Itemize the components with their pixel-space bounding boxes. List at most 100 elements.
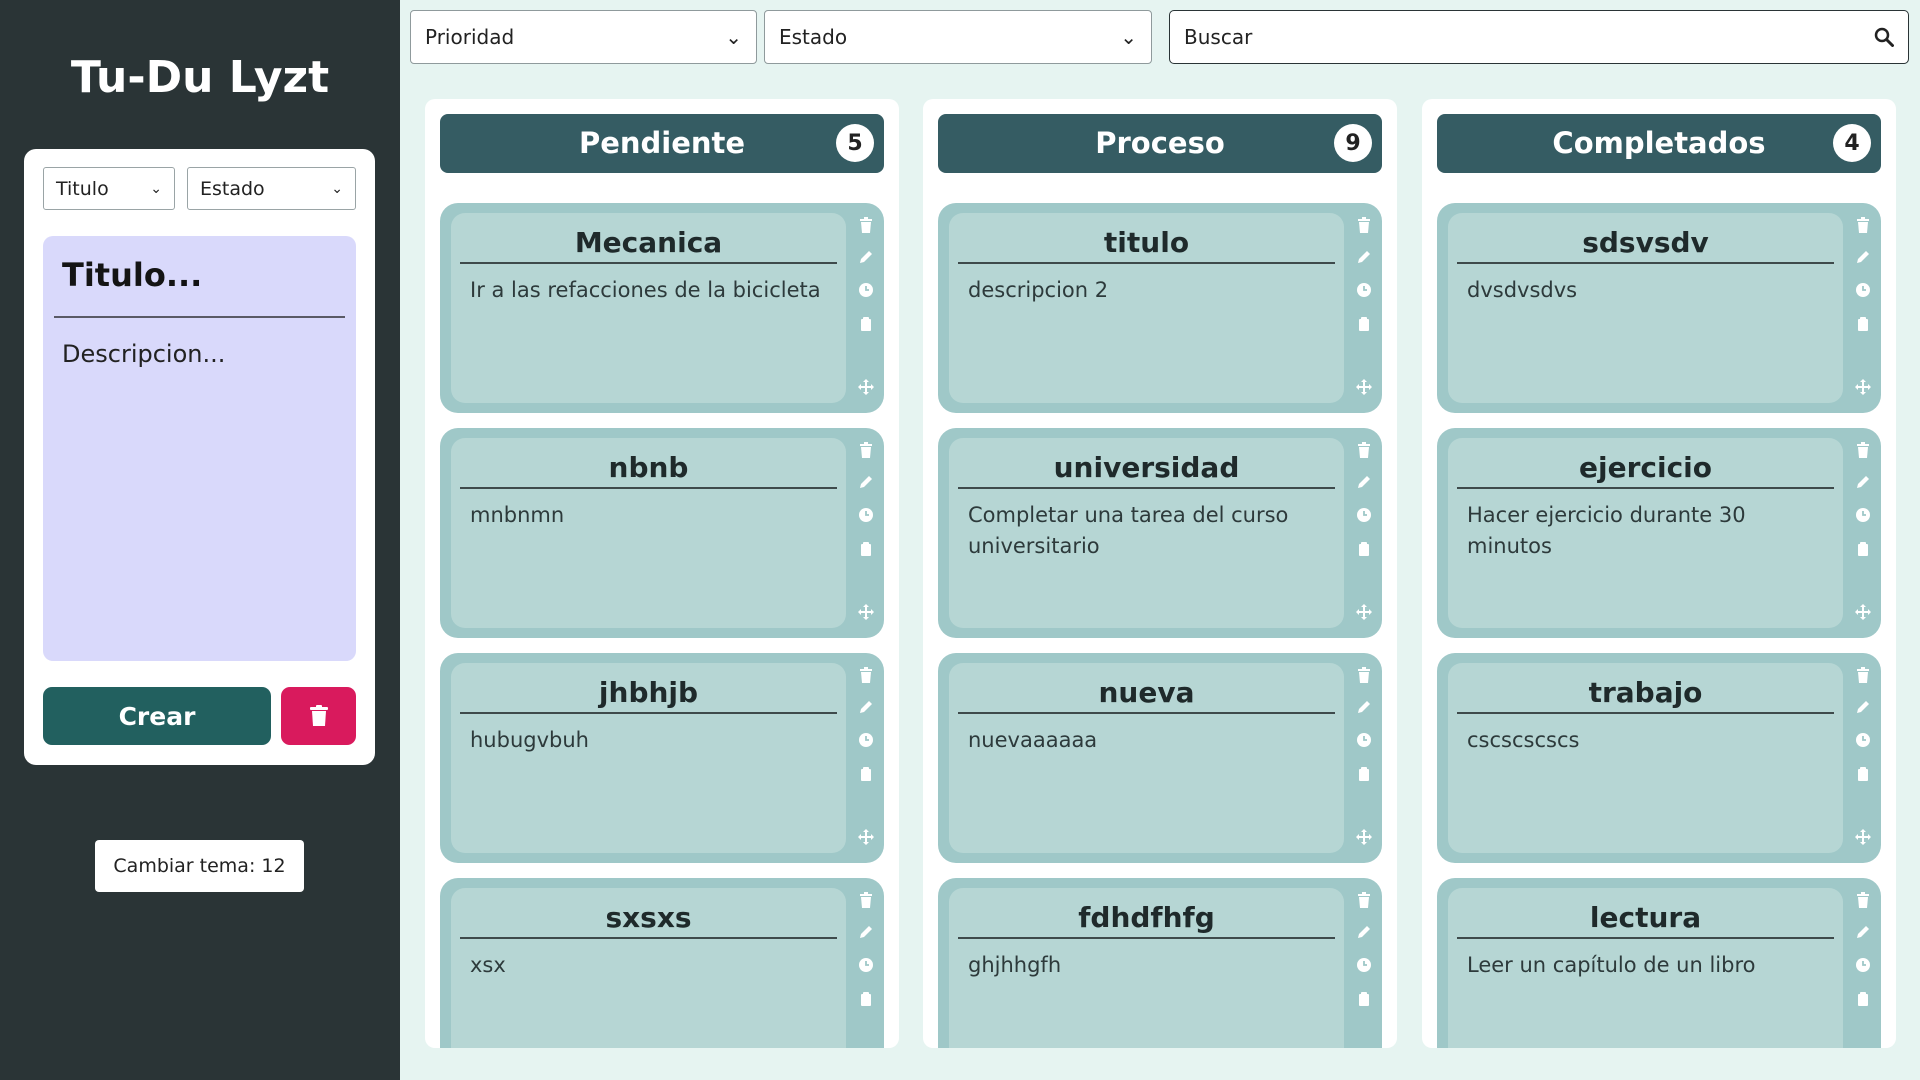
pencil-icon[interactable] — [858, 474, 874, 490]
trash-icon[interactable] — [1855, 217, 1871, 233]
note-editor[interactable]: Titulo... Descripcion... — [43, 236, 356, 661]
column-header: Pendiente 5 — [440, 114, 884, 173]
task-card[interactable]: ejercicio Hacer ejercicio durante 30 minu… — [1437, 428, 1881, 638]
clock-icon[interactable] — [858, 957, 874, 973]
task-title: universidad — [1053, 451, 1240, 484]
clock-icon[interactable] — [1356, 732, 1372, 748]
pencil-icon[interactable] — [858, 249, 874, 265]
task-divider — [958, 937, 1335, 939]
task-card[interactable]: nbnb mnbnmn — [440, 428, 884, 638]
clipboard-icon[interactable] — [858, 541, 874, 557]
pencil-icon[interactable] — [858, 924, 874, 940]
move-icon[interactable] — [1855, 379, 1871, 395]
trash-icon[interactable] — [1356, 217, 1372, 233]
pencil-icon[interactable] — [1855, 474, 1871, 490]
status-filter-value: Estado — [200, 177, 265, 200]
clock-icon[interactable] — [858, 507, 874, 523]
change-theme-button[interactable]: Cambiar tema: 12 — [95, 840, 304, 892]
pencil-icon[interactable] — [1356, 924, 1372, 940]
task-description: hubugvbuh — [470, 728, 589, 752]
clipboard-icon[interactable] — [1356, 991, 1372, 1007]
task-card[interactable]: jhbhjb hubugvbuh — [440, 653, 884, 863]
move-icon[interactable] — [858, 604, 874, 620]
trash-icon[interactable] — [1356, 892, 1372, 908]
clock-icon[interactable] — [1356, 507, 1372, 523]
trash-icon[interactable] — [1356, 667, 1372, 683]
clipboard-icon[interactable] — [858, 316, 874, 332]
clipboard-icon[interactable] — [1855, 766, 1871, 782]
clock-icon[interactable] — [1855, 282, 1871, 298]
move-icon[interactable] — [1356, 379, 1372, 395]
task-description: xsx — [470, 953, 506, 977]
trash-icon[interactable] — [1855, 667, 1871, 683]
task-description: Ir a las refacciones de la bicicleta — [470, 278, 821, 302]
task-actions — [1346, 428, 1382, 638]
task-card[interactable]: trabajo cscscscscs — [1437, 653, 1881, 863]
trash-icon[interactable] — [858, 667, 874, 683]
task-divider — [1457, 712, 1834, 714]
clock-icon[interactable] — [1855, 732, 1871, 748]
clipboard-icon[interactable] — [1855, 541, 1871, 557]
clock-icon[interactable] — [1855, 507, 1871, 523]
search-input[interactable]: Buscar — [1169, 10, 1909, 64]
trash-icon[interactable] — [1855, 892, 1871, 908]
status-filter-select[interactable]: Estado ⌄ — [187, 167, 356, 210]
task-description: Hacer ejercicio durante 30 minutos — [1467, 503, 1746, 558]
task-card[interactable]: Mecanica Ir a las refacciones de la bicic… — [440, 203, 884, 413]
pencil-icon[interactable] — [1855, 699, 1871, 715]
task-card[interactable]: sxsxs xsx — [440, 878, 884, 1048]
task-divider — [1457, 937, 1834, 939]
pencil-icon[interactable] — [1855, 924, 1871, 940]
new-task-form: Titulo ⌄ Estado ⌄ Titulo... Descripcion.… — [24, 149, 375, 765]
clock-icon[interactable] — [1855, 957, 1871, 973]
clipboard-icon[interactable] — [1855, 991, 1871, 1007]
priority-select[interactable]: Prioridad ⌄ — [410, 10, 757, 64]
task-description: descripcion 2 — [968, 278, 1109, 302]
clock-icon[interactable] — [1356, 957, 1372, 973]
trash-icon[interactable] — [858, 442, 874, 458]
trash-icon[interactable] — [858, 892, 874, 908]
move-icon[interactable] — [858, 379, 874, 395]
pencil-icon[interactable] — [1356, 699, 1372, 715]
clipboard-icon[interactable] — [1356, 541, 1372, 557]
move-icon[interactable] — [1356, 604, 1372, 620]
task-card[interactable]: lectura Leer un capítulo de un libro — [1437, 878, 1881, 1048]
task-card[interactable]: nueva nuevaaaaaa — [938, 653, 1382, 863]
task-card[interactable]: titulo descripcion 2 — [938, 203, 1382, 413]
title-filter-select[interactable]: Titulo ⌄ — [43, 167, 175, 210]
create-button[interactable]: Crear — [43, 687, 271, 745]
search-icon[interactable] — [1874, 27, 1894, 47]
clear-form-button[interactable] — [281, 687, 356, 745]
clipboard-icon[interactable] — [1356, 316, 1372, 332]
move-icon[interactable] — [1855, 829, 1871, 845]
pencil-icon[interactable] — [1356, 249, 1372, 265]
task-card[interactable]: sdsvsdv dvsdvsdvs — [1437, 203, 1881, 413]
title-input[interactable]: Titulo... — [62, 256, 202, 294]
clock-icon[interactable] — [858, 282, 874, 298]
column-header: Proceso 9 — [938, 114, 1382, 173]
description-input[interactable]: Descripcion... — [62, 340, 225, 368]
chevron-down-icon: ⌄ — [725, 25, 742, 49]
pencil-icon[interactable] — [1356, 474, 1372, 490]
task-content: fdhdfhfg ghjhhgfh — [949, 888, 1344, 1048]
pencil-icon[interactable] — [858, 699, 874, 715]
clock-icon[interactable] — [1356, 282, 1372, 298]
clipboard-icon[interactable] — [858, 991, 874, 1007]
trash-icon[interactable] — [1855, 442, 1871, 458]
clipboard-icon[interactable] — [1855, 316, 1871, 332]
pencil-icon[interactable] — [1855, 249, 1871, 265]
task-card[interactable]: universidad Completar una tarea del curso… — [938, 428, 1382, 638]
clipboard-icon[interactable] — [858, 766, 874, 782]
status-select[interactable]: Estado ⌄ — [764, 10, 1152, 64]
column-header: Completados 4 — [1437, 114, 1881, 173]
trash-icon[interactable] — [1356, 442, 1372, 458]
move-icon[interactable] — [1855, 604, 1871, 620]
task-card[interactable]: fdhdfhfg ghjhhgfh — [938, 878, 1382, 1048]
clipboard-icon[interactable] — [1356, 766, 1372, 782]
move-icon[interactable] — [1356, 829, 1372, 845]
trash-icon[interactable] — [858, 217, 874, 233]
move-icon[interactable] — [858, 829, 874, 845]
clock-icon[interactable] — [858, 732, 874, 748]
task-actions — [1845, 878, 1881, 1048]
task-description: nuevaaaaaa — [968, 728, 1098, 752]
